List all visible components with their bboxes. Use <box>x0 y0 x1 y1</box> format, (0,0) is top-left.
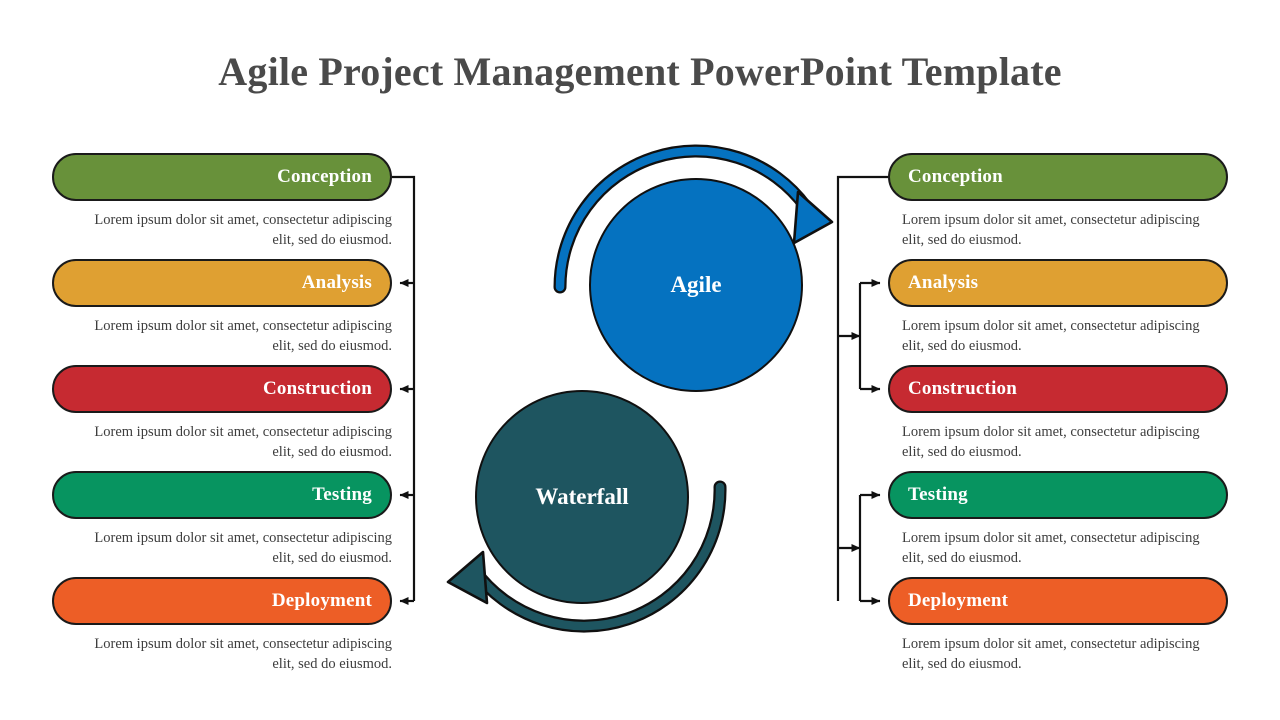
right-pill-analysis[interactable]: Analysis <box>888 259 1228 307</box>
waterfall-circle-label: Waterfall <box>535 484 629 509</box>
agile-circle-label: Agile <box>670 272 722 297</box>
left-pill-conception[interactable]: Conception <box>52 153 392 201</box>
right-pill-testing[interactable]: Testing <box>888 471 1228 519</box>
left-pill-analysis[interactable]: Analysis <box>52 259 392 307</box>
right-trunk <box>836 175 888 601</box>
right-desc-analysis: Lorem ipsum dolor sit amet, consectetur … <box>902 318 1200 354</box>
left-pill-construction[interactable]: Construction <box>52 365 392 413</box>
right-pill-deployment[interactable]: Deployment <box>888 577 1228 625</box>
right-pill-label-1: Analysis <box>908 272 979 293</box>
right-pill-label-0: Conception <box>908 166 1003 187</box>
left-desc-construction: Lorem ipsum dolor sit amet, consectetur … <box>94 424 392 460</box>
left-pill-label-4: Deployment <box>271 590 372 611</box>
left-connector-tree <box>392 175 416 605</box>
left-pill-label-0: Conception <box>277 166 372 187</box>
left-desc-deployment: Lorem ipsum dolor sit amet, consectetur … <box>94 636 392 672</box>
right-desc-deployment: Lorem ipsum dolor sit amet, consectetur … <box>902 636 1200 672</box>
right-desc-construction: Lorem ipsum dolor sit amet, consectetur … <box>902 424 1200 460</box>
right-desc-testing: Lorem ipsum dolor sit amet, consectetur … <box>902 530 1200 566</box>
left-pill-label-1: Analysis <box>301 272 372 293</box>
left-pill-testing[interactable]: Testing <box>52 471 392 519</box>
agile-circle[interactable]: Agile <box>589 178 803 392</box>
right-pill-label-4: Deployment <box>908 590 1009 611</box>
left-pill-label-2: Construction <box>262 378 372 399</box>
left-pill-deployment[interactable]: Deployment <box>52 577 392 625</box>
left-desc-conception: Lorem ipsum dolor sit amet, consectetur … <box>94 212 392 248</box>
right-pill-label-2: Construction <box>908 378 1018 399</box>
right-pill-construction[interactable]: Construction <box>888 365 1228 413</box>
right-pill-conception[interactable]: Conception <box>888 153 1228 201</box>
page-title: Agile Project Management PowerPoint Temp… <box>218 49 1062 94</box>
right-desc-conception: Lorem ipsum dolor sit amet, consectetur … <box>902 212 1200 248</box>
right-connector-tree <box>836 175 888 605</box>
right-pill-label-3: Testing <box>908 484 968 505</box>
left-desc-testing: Lorem ipsum dolor sit amet, consectetur … <box>94 530 392 566</box>
left-desc-analysis: Lorem ipsum dolor sit amet, consectetur … <box>94 318 392 354</box>
left-pill-label-3: Testing <box>312 484 372 505</box>
waterfall-circle[interactable]: Waterfall <box>475 390 689 604</box>
slide-canvas: Agile Project Management PowerPoint Temp… <box>0 0 1280 720</box>
left-trunk <box>392 175 416 601</box>
